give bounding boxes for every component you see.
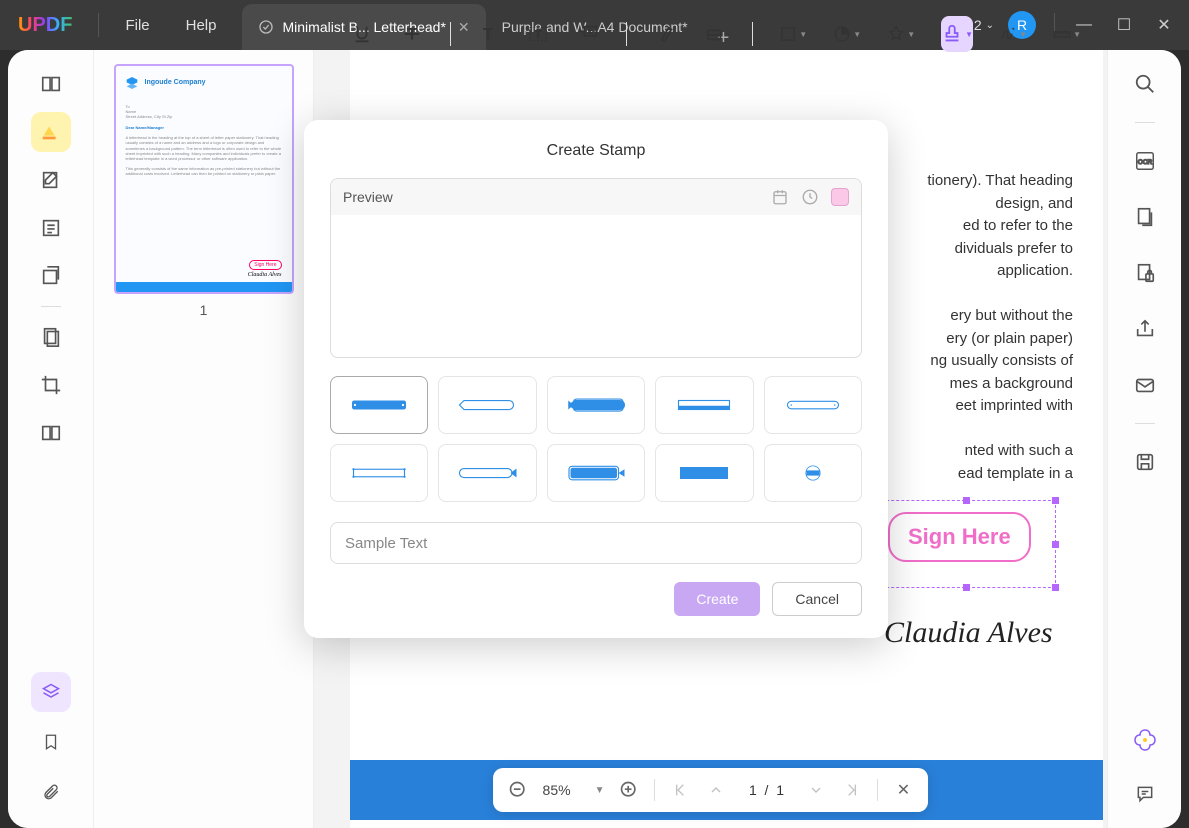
stamp-shape-10[interactable] <box>764 444 862 502</box>
stamp-shape-5[interactable] <box>764 376 862 434</box>
last-page-button[interactable] <box>841 779 863 801</box>
callout-button[interactable] <box>576 20 600 48</box>
comment-button[interactable] <box>1125 774 1165 814</box>
close-button[interactable]: ✕ <box>1145 9 1183 41</box>
color-swatch[interactable] <box>831 188 849 206</box>
svg-text:T: T <box>535 30 541 41</box>
attachment-button[interactable] <box>31 772 71 812</box>
svg-text:T: T <box>483 26 493 44</box>
page-thumbnail[interactable]: Ingoude Company ToNameStreet Address, Ci… <box>114 64 294 294</box>
maximize-button[interactable]: ☐ <box>1105 9 1143 41</box>
thumb-sign-stamp: Sign Here <box>249 260 281 270</box>
shape-button[interactable]: ▼ <box>779 20 807 48</box>
dialog-title: Create Stamp <box>330 142 862 160</box>
compare-tool[interactable] <box>31 413 71 453</box>
clock-icon[interactable] <box>801 188 819 206</box>
sign-here-stamp[interactable]: Sign Here <box>888 512 1031 562</box>
close-nav-button[interactable]: ✕ <box>892 779 914 801</box>
stamp-text-input[interactable] <box>330 522 862 564</box>
divider <box>1135 423 1155 424</box>
stamp-shape-grid <box>330 376 862 502</box>
text-button[interactable]: T <box>476 20 500 48</box>
menu-file[interactable]: File <box>107 11 167 40</box>
preview-label: Preview <box>343 189 393 205</box>
stamp-shape-1[interactable] <box>330 376 428 434</box>
pin-button[interactable]: ▼ <box>887 20 915 48</box>
next-page-button[interactable] <box>805 779 827 801</box>
stamp-shape-7[interactable] <box>438 444 536 502</box>
organize-tool[interactable] <box>31 256 71 296</box>
pages-tool[interactable] <box>31 317 71 357</box>
page-nav-bar: 85%▼ 1 / 1 ✕ <box>493 768 929 812</box>
svg-text:OCR: OCR <box>1137 159 1152 166</box>
divider <box>1135 122 1155 123</box>
thumb-company: Ingoude Company <box>145 79 206 87</box>
left-toolbar <box>8 50 94 828</box>
protect-button[interactable] <box>1125 253 1165 293</box>
ai-button[interactable] <box>1125 720 1165 760</box>
save-button[interactable] <box>1125 442 1165 482</box>
textbox-button[interactable]: T <box>526 20 550 48</box>
thumb-body-text: ToNameStreet Address, City St Zip Dear N… <box>116 100 292 181</box>
first-page-button[interactable] <box>669 779 691 801</box>
create-stamp-dialog: Create Stamp Preview Create Cancel <box>304 120 888 638</box>
right-toolbar: OCR <box>1107 50 1181 828</box>
app-logo: UPDF <box>18 14 72 37</box>
zoom-out-button[interactable] <box>507 779 529 801</box>
thumbnail-panel: Ingoude Company ToNameStreet Address, Ci… <box>94 50 314 828</box>
divider <box>41 306 61 307</box>
stamp-button[interactable]: ▼ <box>941 16 973 52</box>
stamp-shape-3[interactable] <box>547 376 645 434</box>
search-button[interactable] <box>1125 64 1165 104</box>
share-button[interactable] <box>1125 309 1165 349</box>
pencil-button[interactable] <box>653 20 677 48</box>
menu-help[interactable]: Help <box>168 11 235 40</box>
email-button[interactable] <box>1125 365 1165 405</box>
bookmark-button[interactable] <box>31 722 71 762</box>
stamp-shape-2[interactable] <box>438 376 536 434</box>
crop-tool[interactable] <box>31 365 71 405</box>
strikethrough-button[interactable]: T <box>400 20 424 48</box>
stamp-shape-4[interactable] <box>655 376 753 434</box>
sticker-button[interactable]: ▼ <box>833 20 861 48</box>
layers-button[interactable] <box>31 672 71 712</box>
signature-button[interactable]: ▼ <box>999 20 1027 48</box>
reader-tool[interactable] <box>31 64 71 104</box>
stamp-shape-6[interactable] <box>330 444 428 502</box>
prev-page-button[interactable] <box>705 779 727 801</box>
underline-button[interactable] <box>350 20 374 48</box>
divider <box>98 13 99 37</box>
create-button[interactable]: Create <box>674 582 760 616</box>
stamp-preview: Preview <box>330 178 862 358</box>
cancel-button[interactable]: Cancel <box>772 582 862 616</box>
stamp-shape-9[interactable] <box>655 444 753 502</box>
thumbnail-page-number: 1 <box>104 302 303 318</box>
page-indicator[interactable]: 1 / 1 <box>741 782 791 798</box>
eraser-button[interactable] <box>702 20 726 48</box>
ocr-button[interactable]: OCR <box>1125 141 1165 181</box>
company-logo-icon <box>124 75 140 91</box>
convert-button[interactable] <box>1125 197 1165 237</box>
stamp-shape-8[interactable] <box>547 444 645 502</box>
form-tool[interactable] <box>31 208 71 248</box>
calendar-icon[interactable] <box>771 188 789 206</box>
zoom-in-button[interactable] <box>618 779 640 801</box>
annotation-toolbar: T T T ▼ ▼ ▼ ▼ ▼ ▼ <box>340 12 1091 56</box>
highlight-tool[interactable] <box>31 112 71 152</box>
zoom-level[interactable]: 85%▼ <box>543 782 605 798</box>
ruler-button[interactable]: ▼ <box>1053 20 1081 48</box>
pencil-off-icon <box>258 19 274 35</box>
signature-text: Claudia Alves <box>884 616 1053 650</box>
edit-tool[interactable] <box>31 160 71 200</box>
